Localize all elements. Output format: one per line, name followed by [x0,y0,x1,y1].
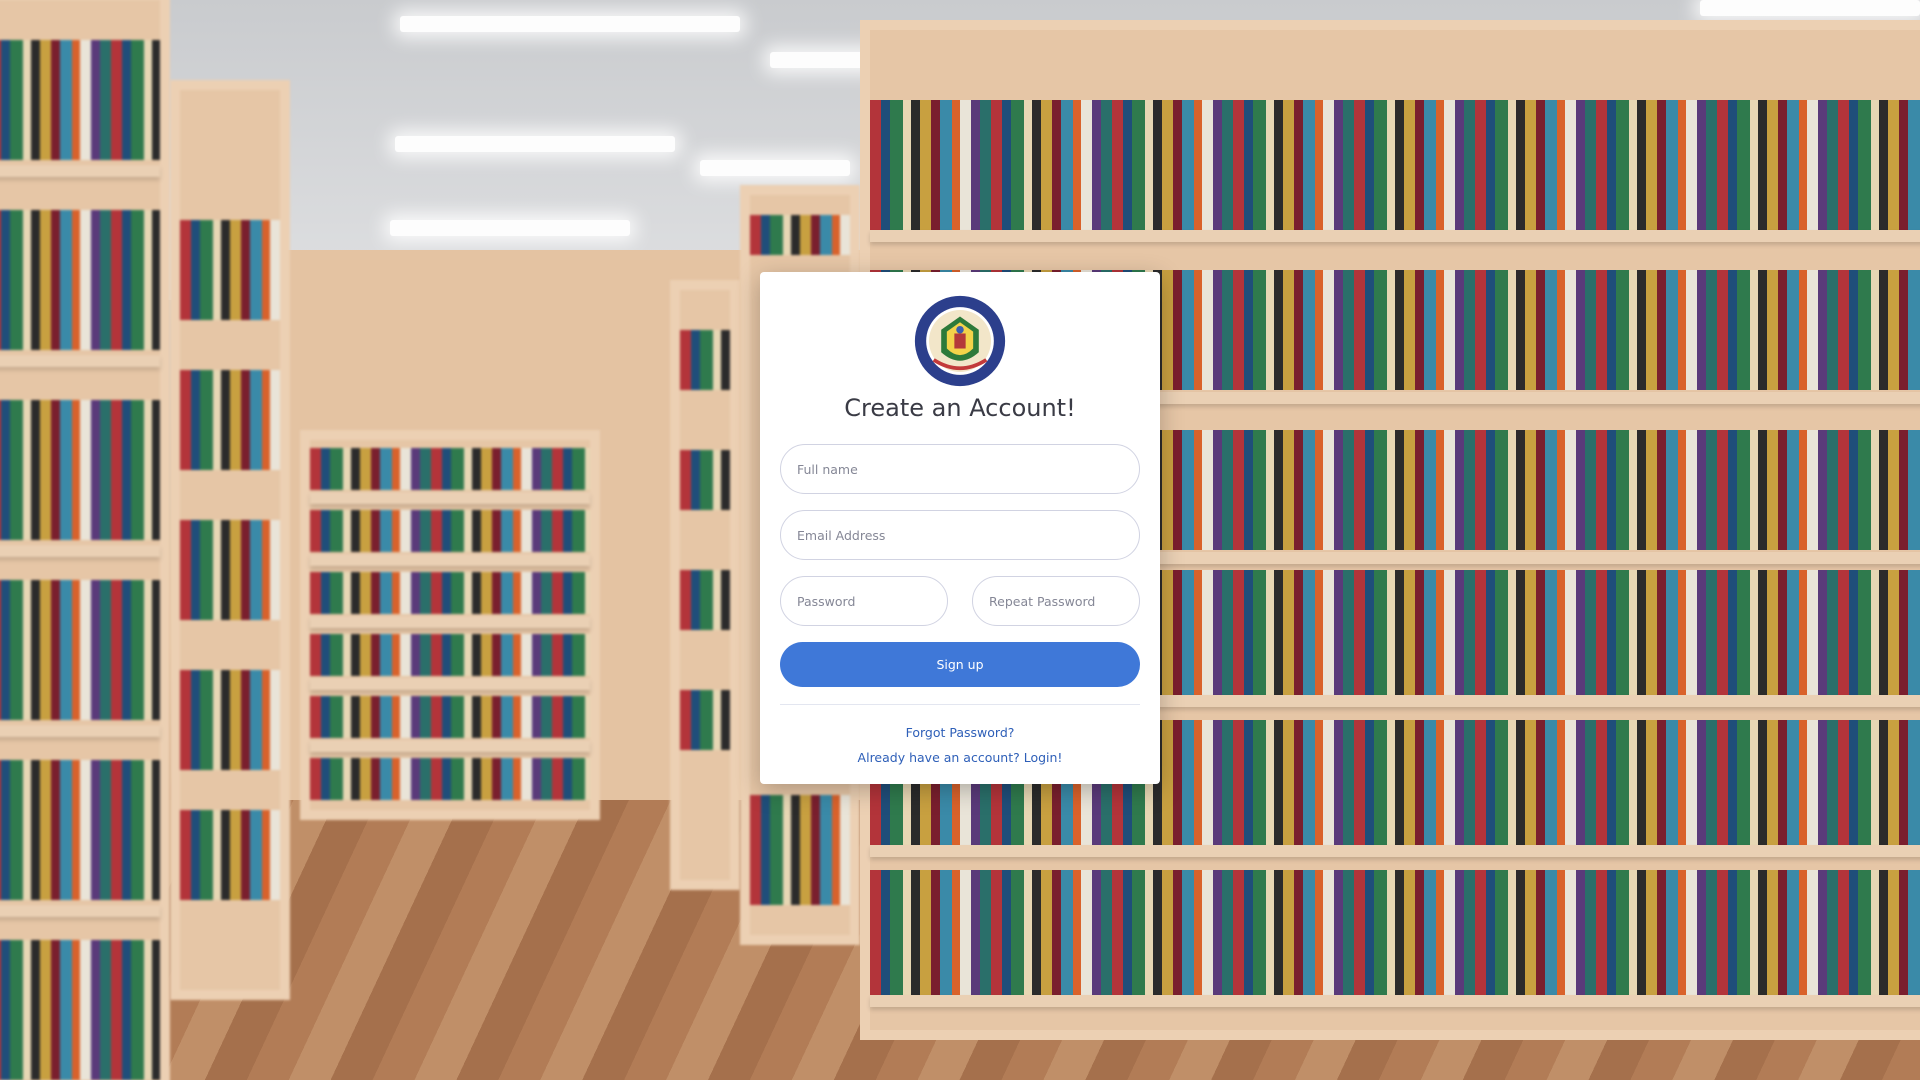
repeat-password-field[interactable] [972,576,1140,626]
ceiling-light [395,136,675,152]
email-field[interactable] [780,510,1140,560]
full-name-field[interactable] [780,444,1140,494]
divider [780,704,1140,705]
ceiling-light [400,16,740,32]
signup-button[interactable]: Sign up [780,642,1140,687]
bookshelf-left [0,0,170,1080]
bookshelf [670,280,740,890]
forgot-password-link[interactable]: Forgot Password? [780,725,1140,740]
bookshelf [300,430,600,820]
school-crest-logo [914,295,1006,387]
password-row [780,576,1140,626]
ceiling-light [700,160,850,176]
ceiling-light [1700,0,1920,16]
bookshelf-left [170,80,290,1000]
login-link[interactable]: Already have an account? Login! [780,750,1140,765]
register-card: Create an Account! Sign up Forgot Passwo… [760,272,1160,784]
page-title: Create an Account! [844,394,1076,422]
ceiling-light [390,220,630,236]
password-field[interactable] [780,576,948,626]
